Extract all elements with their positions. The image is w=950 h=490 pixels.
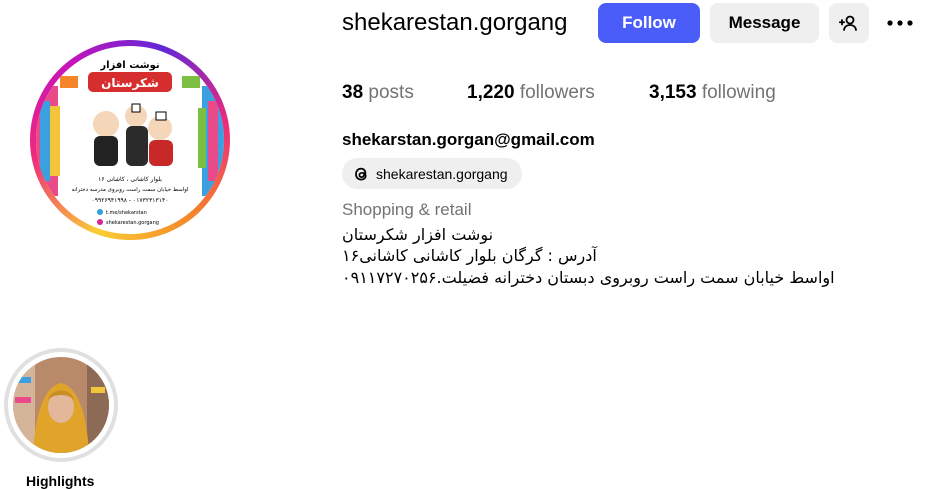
bio-line-1: نوشت افزار شکرستان — [342, 225, 494, 244]
profile-category: Shopping & retail — [342, 200, 472, 219]
profile-username: shekarestan.gorgang — [342, 9, 568, 36]
avatar-address-2: اواسط خیابان سمت راست روبروی مدرسه دخترا… — [72, 187, 189, 193]
avatar-address-1: بلوار کاشانی ، کاشانی ۱۶ — [98, 176, 162, 183]
message-button[interactable]: Message — [710, 3, 819, 43]
threads-icon — [352, 165, 370, 183]
more-options-button[interactable] — [880, 3, 920, 43]
profile-email: shekarstan.gorgan@gmail.com — [342, 130, 595, 149]
profile-avatar[interactable]: نوشت افزار شکرستان بلوار کاشانی ، کاشانی… — [30, 40, 230, 240]
avatar-brand-text: شکرستان — [101, 76, 159, 90]
avatar-title-text: نوشت افزار — [99, 60, 159, 71]
avatar-phones: ۰۹۹۲۶۹۴۱۹۹۸ - ۰۱۷۳۲۳۱۳۱۴۰ — [92, 197, 169, 204]
stat-following[interactable]: 3,153 following — [649, 82, 776, 104]
threads-link[interactable]: shekarestan.gorgang — [342, 158, 522, 189]
following-label: following — [701, 82, 776, 103]
highlight-thumbnail — [13, 357, 109, 453]
highlight-inner — [8, 352, 114, 458]
followers-count: 1,220 — [467, 82, 515, 103]
stat-posts: 38 posts — [342, 82, 414, 104]
highlight-label: Highlights — [26, 473, 95, 489]
suggested-users-button[interactable] — [829, 3, 869, 43]
threads-handle: shekarestan.gorgang — [376, 165, 508, 182]
posts-label: posts — [368, 82, 414, 103]
following-count: 3,153 — [649, 82, 697, 103]
highlight-story[interactable] — [4, 348, 118, 462]
stat-followers[interactable]: 1,220 followers — [467, 82, 595, 104]
avatar-telegram: t.me/shekarstan — [106, 210, 147, 216]
bio-line-2: آدرس : گرگان بلوار کاشانی کاشانی۱۶ — [342, 246, 597, 265]
add-user-icon — [839, 13, 859, 33]
avatar-image: نوشت افزار شکرستان بلوار کاشانی ، کاشانی… — [36, 46, 224, 234]
more-options-icon — [886, 19, 914, 27]
follow-button[interactable]: Follow — [598, 3, 700, 43]
followers-label: followers — [519, 82, 595, 103]
bio-line-3: اواسط خیابان سمت راست روبروی دبستان دختر… — [342, 268, 835, 287]
avatar-instagram: shekarestan.gorgang — [106, 220, 159, 226]
posts-count: 38 — [342, 82, 364, 103]
